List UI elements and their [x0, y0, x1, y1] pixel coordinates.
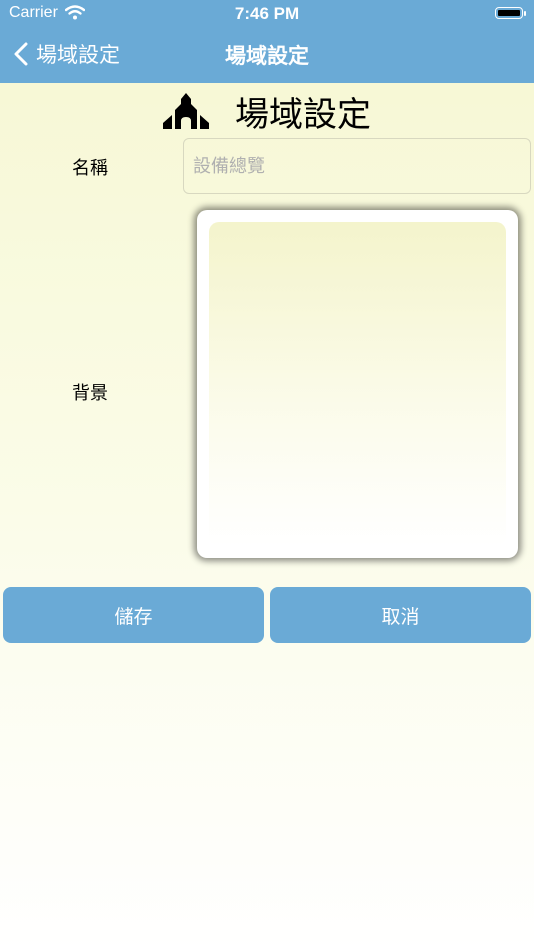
save-button[interactable]: 儲存 — [3, 587, 264, 643]
background-image-picker[interactable] — [197, 210, 518, 558]
status-time: 7:46 PM — [234, 4, 300, 23]
page-title: 場域設定 — [235, 94, 371, 135]
navigation-bar: Carrier 7:46 PM 場域設定 場域設定 — [0, 0, 534, 83]
battery-icon — [495, 7, 526, 19]
church-icon — [163, 93, 209, 129]
name-label: 名稱 — [72, 158, 108, 179]
nav-title: 場域設定 — [225, 44, 309, 68]
cancel-button[interactable]: 取消 — [270, 587, 531, 643]
background-label: 背景 — [72, 383, 108, 404]
background-preview — [209, 222, 506, 546]
name-input[interactable] — [183, 138, 531, 194]
page-header: 場域設定 — [0, 88, 534, 135]
